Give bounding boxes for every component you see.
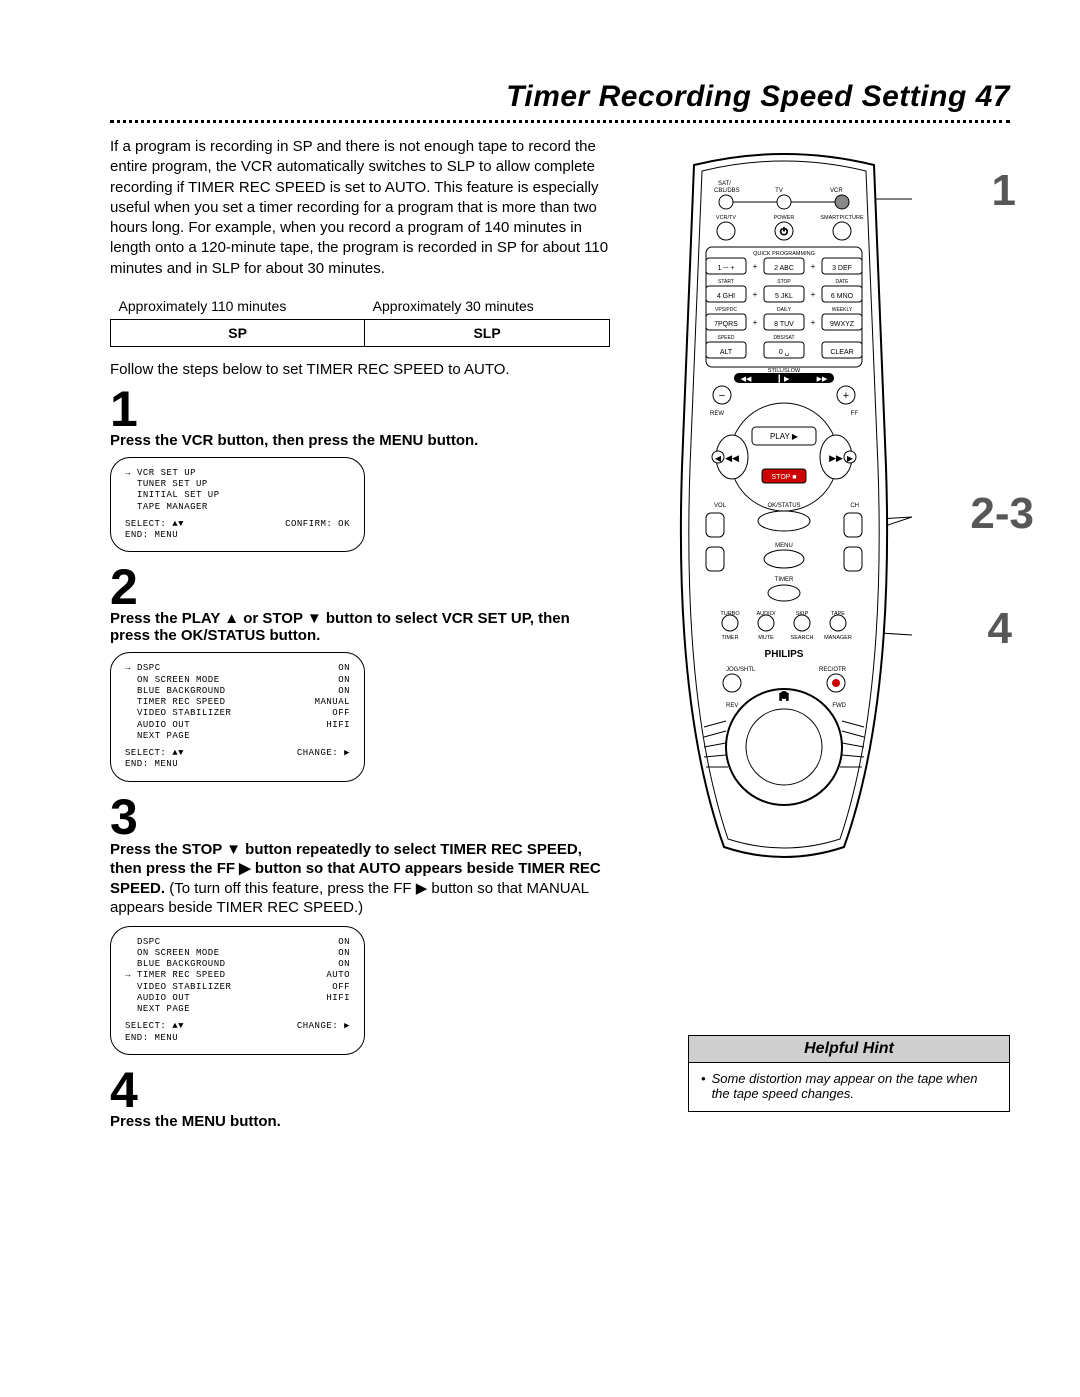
title-text: Timer Recording Speed Setting bbox=[506, 80, 967, 113]
svg-text:▎▶: ▎▶ bbox=[778, 374, 790, 383]
svg-text:+: + bbox=[753, 262, 758, 271]
svg-text:3 DEF: 3 DEF bbox=[832, 265, 852, 272]
svg-text:TIMER: TIMER bbox=[721, 635, 738, 641]
callout-4: 4 bbox=[988, 607, 1012, 651]
svg-text:OK/STATUS: OK/STATUS bbox=[767, 503, 800, 509]
svg-text:QUICK PROGRAMMING: QUICK PROGRAMMING bbox=[753, 251, 815, 257]
svg-text:PLAY ▶: PLAY ▶ bbox=[770, 432, 799, 441]
svg-text:ALT: ALT bbox=[720, 349, 733, 356]
step-1-osd: →VCR SET UP TUNER SET UP INITIAL SET UP … bbox=[110, 457, 365, 553]
svg-text:◀: ◀ bbox=[715, 454, 722, 463]
svg-text:▼: ▼ bbox=[849, 555, 858, 565]
svg-text:6 MNO: 6 MNO bbox=[831, 293, 854, 300]
callout-1: 1 bbox=[992, 169, 1016, 213]
title-divider bbox=[110, 120, 1010, 123]
step-1-number: 1 bbox=[110, 384, 610, 434]
svg-text:PHILIPS: PHILIPS bbox=[765, 649, 804, 660]
svg-text:START: START bbox=[718, 279, 734, 285]
speed-cell-slp: SLP bbox=[365, 319, 610, 346]
svg-text:SEARCH: SEARCH bbox=[791, 635, 814, 641]
svg-text:◀◀: ◀◀ bbox=[725, 453, 739, 463]
helpful-hint-box: Helpful Hint • Some distortion may appea… bbox=[688, 1035, 1010, 1112]
page-number: 47 bbox=[976, 80, 1010, 113]
svg-text:POWER: POWER bbox=[774, 215, 795, 221]
svg-text:STILL/SLOW: STILL/SLOW bbox=[768, 368, 801, 374]
svg-text:SAT/: SAT/ bbox=[718, 181, 731, 187]
svg-text:FWD: FWD bbox=[832, 703, 846, 709]
svg-text:2 ABC: 2 ABC bbox=[774, 265, 794, 272]
svg-text:REC/OTR: REC/OTR bbox=[819, 667, 847, 673]
step-1-bold: Press the VCR button, then press the MEN… bbox=[110, 432, 610, 449]
svg-text:STOP: STOP bbox=[777, 279, 791, 285]
svg-text:+: + bbox=[811, 290, 816, 299]
svg-text:TV: TV bbox=[775, 188, 783, 194]
svg-text:▲: ▲ bbox=[849, 521, 858, 531]
svg-text:◀◀: ◀◀ bbox=[741, 376, 752, 383]
step-4-bold: Press the MENU button. bbox=[110, 1113, 610, 1130]
svg-text:REV: REV bbox=[726, 703, 738, 709]
svg-text:SMARTPICTURE: SMARTPICTURE bbox=[820, 215, 864, 221]
svg-text:CBL/DBS: CBL/DBS bbox=[714, 188, 740, 194]
svg-text:MUTE: MUTE bbox=[758, 635, 774, 641]
intro-paragraph: If a program is recording in SP and ther… bbox=[110, 137, 610, 279]
svg-text:▲: ▲ bbox=[711, 521, 720, 531]
step-2-number: 2 bbox=[110, 562, 610, 612]
svg-text:JOG/SHTL: JOG/SHTL bbox=[726, 667, 756, 673]
svg-text:8 TUV: 8 TUV bbox=[774, 321, 794, 328]
svg-text:7PQRS: 7PQRS bbox=[714, 321, 738, 328]
svg-text:WEEKLY: WEEKLY bbox=[832, 307, 853, 313]
svg-text:▶▶: ▶▶ bbox=[817, 376, 828, 383]
svg-text:+: + bbox=[753, 318, 758, 327]
svg-text:5 JKL: 5 JKL bbox=[775, 293, 793, 300]
step-3-osd: DSPCON ON SCREEN MODEON BLUE BACKGROUNDO… bbox=[110, 926, 365, 1055]
svg-text:+: + bbox=[843, 390, 849, 402]
svg-text:9WXYZ: 9WXYZ bbox=[830, 321, 855, 328]
svg-text:CH: CH bbox=[850, 503, 859, 509]
svg-text:+: + bbox=[753, 290, 758, 299]
svg-text:+: + bbox=[811, 262, 816, 271]
svg-text:+: + bbox=[811, 318, 816, 327]
speed-table: Approximately 110 minutes Approximately … bbox=[110, 293, 610, 347]
speed-cell-sp: SP bbox=[111, 319, 365, 346]
svg-text:MANAGER: MANAGER bbox=[824, 635, 852, 641]
hint-text: Some distortion may appear on the tape w… bbox=[712, 1071, 997, 1101]
svg-text:VCR/TV: VCR/TV bbox=[716, 215, 737, 221]
svg-text:▶: ▶ bbox=[847, 454, 854, 463]
svg-text:▶▶: ▶▶ bbox=[829, 453, 843, 463]
hint-bullet: • bbox=[701, 1071, 706, 1101]
hint-title: Helpful Hint bbox=[689, 1036, 1009, 1063]
step-2-bold: Press the PLAY ▲ or STOP ▼ button to sel… bbox=[110, 610, 610, 644]
callout-2-3: 2-3 bbox=[970, 492, 1034, 536]
page-title: Timer Recording Speed Setting 47 bbox=[110, 80, 1010, 114]
step-3-tail: (To turn off this feature, press the FF … bbox=[110, 880, 588, 917]
follow-text: Follow the steps below to set TIMER REC … bbox=[110, 361, 610, 378]
svg-text:REW: REW bbox=[710, 411, 724, 417]
svg-text:−: − bbox=[719, 390, 725, 402]
svg-text:DATE: DATE bbox=[836, 279, 850, 285]
svg-text:STOP ■: STOP ■ bbox=[772, 474, 797, 481]
speed-header-slp: Approximately 30 minutes bbox=[365, 293, 610, 320]
svg-text:VOL: VOL bbox=[714, 503, 727, 509]
svg-text:▼: ▼ bbox=[711, 555, 720, 565]
svg-text:DBS/SAT: DBS/SAT bbox=[773, 335, 794, 341]
svg-text:0 ␣: 0 ␣ bbox=[779, 349, 789, 356]
svg-text:❚❚: ❚❚ bbox=[777, 692, 790, 701]
svg-text:VCR: VCR bbox=[830, 188, 843, 194]
svg-text:⏻: ⏻ bbox=[780, 227, 788, 238]
step-2-osd: →DSPCON ON SCREEN MODEON BLUE BACKGROUND… bbox=[110, 652, 365, 781]
svg-text:VPS/PDC: VPS/PDC bbox=[715, 307, 737, 313]
svg-text:FF: FF bbox=[851, 411, 859, 417]
step-3-body: Press the STOP ▼ button repeatedly to se… bbox=[110, 840, 610, 918]
speed-header-sp: Approximately 110 minutes bbox=[111, 293, 365, 320]
svg-text:CLEAR: CLEAR bbox=[830, 349, 853, 356]
svg-text:MENU: MENU bbox=[775, 543, 793, 549]
svg-text:4 GHI: 4 GHI bbox=[717, 293, 735, 300]
svg-text:1 ─ +: 1 ─ + bbox=[718, 265, 735, 272]
svg-text:SPEED: SPEED bbox=[718, 335, 735, 341]
svg-text:DAILY: DAILY bbox=[777, 307, 792, 313]
svg-text:TIMER: TIMER bbox=[775, 577, 794, 583]
step-3-number: 3 bbox=[110, 792, 610, 842]
step-4-number: 4 bbox=[110, 1065, 610, 1115]
